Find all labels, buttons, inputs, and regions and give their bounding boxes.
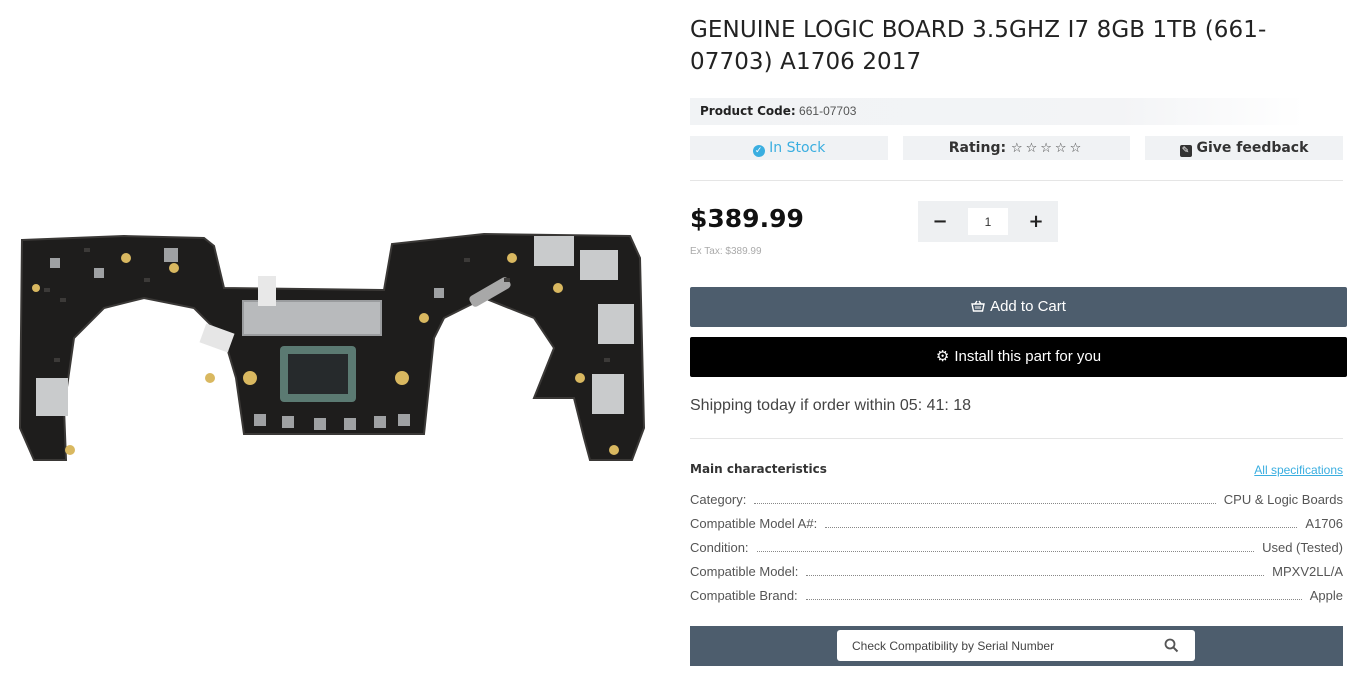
spec-value: MPXV2LL/A [1272,564,1343,579]
spec-value: Apple [1309,588,1343,603]
give-feedback-button[interactable]: ✎ Give feedback [1145,136,1343,160]
product-title: GENUINE LOGIC BOARD 3.5GHZ I7 8GB 1TB (6… [690,17,1267,75]
spec-label: Compatible Model: [690,564,799,579]
quantity-increase-button[interactable]: + [1016,201,1056,242]
install-part-label: Install this part for you [954,348,1102,365]
shipping-countdown: 05: 41: 18 [899,397,972,414]
product-price: $389.99 [690,204,804,233]
shipping-info: Shipping today if order within 05: 41: 1… [690,397,971,415]
spec-label: Compatible Model A#: [690,516,818,531]
serial-check-bar [690,626,1343,666]
spec-row-condition: Condition: Used (Tested) [690,540,1343,558]
spec-label: Category: [690,492,747,507]
add-to-cart-label: Add to Cart [990,298,1066,315]
spec-row-model-number: Compatible Model A#: A1706 [690,516,1343,534]
product-code-label: Product Code: [700,104,796,118]
check-circle-icon: ✓ [752,145,765,157]
spec-leader [806,564,1265,576]
shipping-text: Shipping today if order within [690,397,896,414]
all-specifications-link[interactable]: All specifications [1254,463,1343,477]
product-code-bar: Product Code: 661-07703 [690,98,1305,125]
logic-board-image[interactable] [14,228,650,464]
spec-row-category: Category: CPU & Logic Boards [690,492,1343,510]
search-icon[interactable] [1164,638,1179,653]
spec-label: Condition: [690,540,749,555]
spec-leader [754,492,1216,504]
install-part-button[interactable]: ⚙ Install this part for you [690,337,1347,377]
product-code-value: 661-07703 [799,104,857,118]
gear-icon: ⚙ [935,348,950,365]
spec-leader [825,516,1298,528]
spec-value: CPU & Logic Boards [1223,492,1343,507]
rating: Rating: ☆☆☆☆☆ [903,136,1130,160]
spec-leader [756,540,1255,552]
spec-value: A1706 [1305,516,1343,531]
stock-status: ✓ In Stock [690,136,888,160]
spec-label: Compatible Brand: [690,588,798,603]
serial-search-box [837,630,1195,661]
rating-label: Rating: [948,140,1007,156]
edit-icon: ✎ [1179,145,1192,157]
spec-row-model: Compatible Model: MPXV2LL/A [690,564,1343,582]
add-to-cart-button[interactable]: Add to Cart [690,287,1347,327]
divider [690,180,1343,181]
quantity-input[interactable] [968,208,1008,235]
basket-icon [971,287,985,327]
quantity-stepper: − + [918,201,1058,242]
spec-row-brand: Compatible Brand: Apple [690,588,1343,606]
stock-label: In Stock [769,140,826,156]
spec-value: Used (Tested) [1262,540,1343,555]
divider [690,438,1343,439]
ex-tax-price: Ex Tax: $389.99 [690,246,762,257]
spec-leader [805,588,1302,600]
quantity-decrease-button[interactable]: − [920,201,960,242]
rating-stars[interactable]: ☆☆☆☆☆ [1011,141,1084,156]
product-image-area [0,0,665,683]
serial-number-input[interactable] [837,630,1157,661]
give-feedback-label: Give feedback [1196,140,1309,156]
main-characteristics-title: Main characteristics [690,462,827,476]
